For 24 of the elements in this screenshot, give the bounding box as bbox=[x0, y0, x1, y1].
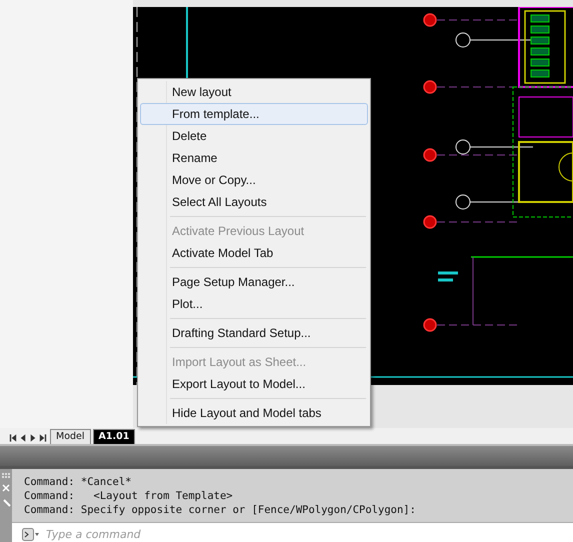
close-icon[interactable] bbox=[2, 484, 10, 492]
menu-item[interactable]: Export Layout to Model... bbox=[140, 373, 368, 395]
menu-item[interactable]: Move or Copy... bbox=[140, 169, 368, 191]
command-history-line: Command: Specify opposite corner or [Fence/WPolygon/CPolygon]: bbox=[24, 503, 417, 517]
command-input[interactable]: Type a command bbox=[44, 526, 573, 542]
last-tab-icon[interactable] bbox=[38, 432, 48, 444]
menu-item[interactable]: Hide Layout and Model tabs bbox=[140, 402, 368, 424]
command-history-line: Command: <Layout from Template> bbox=[24, 489, 234, 503]
menu-item[interactable]: Drafting Standard Setup... bbox=[140, 322, 368, 344]
command-prompt-icon[interactable] bbox=[22, 528, 40, 540]
menu-item[interactable]: Select All Layouts bbox=[140, 191, 368, 213]
menu-item[interactable]: Rename bbox=[140, 147, 368, 169]
menu-item[interactable]: From template... bbox=[140, 103, 368, 125]
grip-icon[interactable] bbox=[2, 473, 10, 478]
command-line-field[interactable]: Type a command bbox=[12, 522, 573, 542]
menu-item[interactable]: Page Setup Manager... bbox=[140, 271, 368, 293]
menu-item[interactable]: Activate Model Tab bbox=[140, 242, 368, 264]
menu-item[interactable]: New layout bbox=[140, 81, 368, 103]
layout-tab[interactable]: A1.01 bbox=[92, 429, 136, 444]
menu-item[interactable]: Plot... bbox=[140, 293, 368, 315]
layout-tab[interactable]: Model bbox=[50, 429, 91, 444]
command-history-line: Command: *Cancel* bbox=[24, 475, 132, 489]
menu-item[interactable]: Delete bbox=[140, 125, 368, 147]
first-tab-icon[interactable] bbox=[8, 432, 18, 444]
